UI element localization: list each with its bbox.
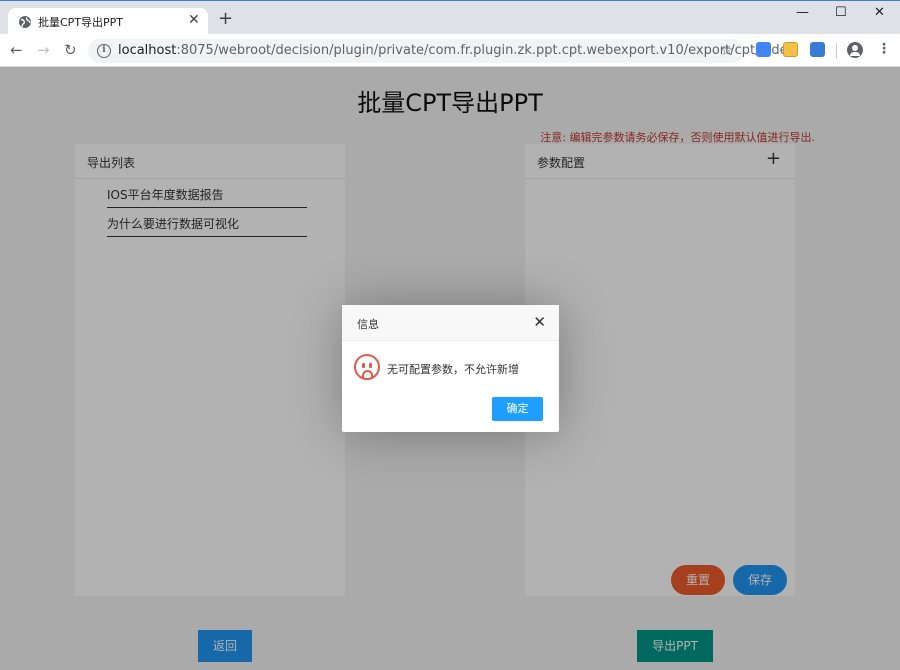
tab-close-icon[interactable]: ✕	[188, 12, 200, 28]
minimize-button[interactable]: —	[796, 5, 809, 21]
reload-icon[interactable]: ↻	[64, 41, 77, 59]
more-menu-icon[interactable]: ⋮	[877, 41, 891, 57]
toolbar-divider	[836, 43, 837, 59]
profile-icon[interactable]	[847, 42, 863, 58]
translate-extension-icon[interactable]	[756, 42, 771, 57]
sad-face-icon	[354, 354, 380, 380]
dialog-title: 信息	[357, 318, 379, 331]
url-text: localhost:8075/webroot/decision/plugin/p…	[118, 43, 796, 58]
close-icon[interactable]: ✕	[533, 314, 546, 330]
dialog-header: 信息 ✕	[342, 305, 559, 341]
new-tab-button[interactable]: +	[218, 10, 233, 28]
back-arrow-icon[interactable]: ←	[10, 41, 23, 59]
dialog-body: 无可配置参数，不允许新增	[342, 341, 559, 393]
maximize-button[interactable]: ☐	[835, 5, 847, 21]
extension-icon[interactable]	[810, 42, 825, 57]
info-dialog: 信息 ✕ 无可配置参数，不允许新增 确定	[342, 305, 559, 432]
dialog-message: 无可配置参数，不允许新增	[387, 363, 519, 376]
info-icon[interactable]: i	[97, 44, 111, 58]
browser-tab-bar: 批量CPT导出PPT ✕ + — ☐ ✕	[0, 0, 900, 35]
browser-tab[interactable]: 批量CPT导出PPT ✕	[8, 8, 208, 35]
notes-extension-icon[interactable]	[783, 42, 798, 57]
forward-arrow-icon[interactable]: →	[37, 41, 50, 59]
bookmark-star-icon[interactable]: ☆	[720, 41, 733, 59]
page-content: 批量CPT导出PPT 注意: 编辑完参数请务必保存，否则使用默认值进行导出. 导…	[0, 67, 900, 670]
window-close-button[interactable]: ✕	[874, 5, 885, 21]
tab-title: 批量CPT导出PPT	[38, 16, 124, 29]
address-bar[interactable]: i localhost:8075/webroot/decision/plugin…	[88, 39, 795, 63]
globe-icon	[19, 16, 31, 28]
browser-toolbar: ← → ↻ i localhost:8075/webroot/decision/…	[0, 34, 900, 67]
confirm-button[interactable]: 确定	[492, 397, 543, 421]
